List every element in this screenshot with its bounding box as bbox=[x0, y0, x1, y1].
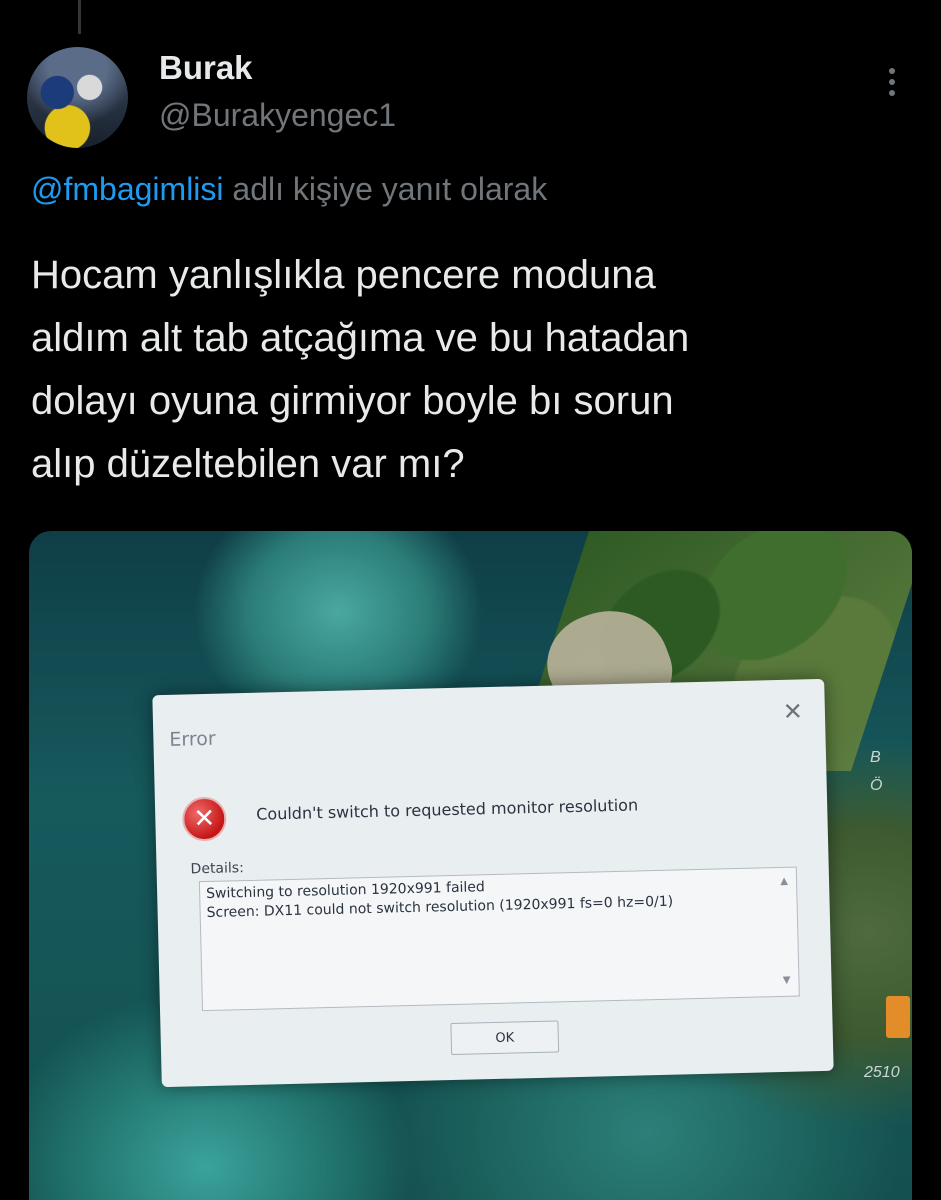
photo-edge-label: 2510 bbox=[864, 1064, 900, 1081]
tweet-line: Hocam yanlışlıkla pencere moduna bbox=[31, 253, 656, 297]
author-handle[interactable]: @Burakyengec1 bbox=[159, 97, 396, 134]
tweet-line: dolayı oyuna girmiyor boyle bı sorun bbox=[31, 379, 674, 423]
photo-edge-tile bbox=[886, 996, 910, 1038]
dialog-title: Error bbox=[169, 727, 216, 751]
close-icon[interactable]: ✕ bbox=[782, 697, 803, 726]
scroll-down-arrow-icon[interactable]: ▼ bbox=[783, 971, 791, 990]
ok-button[interactable]: OK bbox=[450, 1020, 560, 1056]
tweet-text: Hocam yanlışlıkla pencere moduna aldım a… bbox=[31, 244, 911, 496]
tweet-line: alıp düzeltebilen var mı? bbox=[31, 442, 465, 486]
error-x-icon: ✕ bbox=[181, 796, 227, 842]
reply-context: @fmbagimlisi adlı kişiye yanıt olarak bbox=[31, 171, 547, 208]
details-label: Details: bbox=[190, 860, 245, 878]
error-message: Couldn't switch to requested monitor res… bbox=[256, 795, 639, 824]
scroll-up-arrow-icon[interactable]: ▲ bbox=[780, 872, 788, 891]
error-dialog: Error ✕ ✕ Couldn't switch to requested m… bbox=[152, 678, 834, 1088]
photo-edge-label: B bbox=[870, 749, 881, 766]
reply-context-text: adlı kişiye yanıt olarak bbox=[223, 171, 548, 207]
details-textbox[interactable]: Switching to resolution 1920x991 failed … bbox=[198, 866, 800, 1012]
tweet-line: aldım alt tab atçağıma ve bu hatadan bbox=[31, 316, 690, 360]
more-options-icon[interactable] bbox=[880, 68, 904, 102]
author-name[interactable]: Burak bbox=[159, 49, 253, 87]
photo-edge-label: Ö bbox=[870, 777, 883, 794]
reply-mention-link[interactable]: @fmbagimlisi bbox=[31, 171, 224, 207]
thread-connector-line bbox=[78, 0, 81, 34]
avatar[interactable] bbox=[27, 47, 128, 148]
